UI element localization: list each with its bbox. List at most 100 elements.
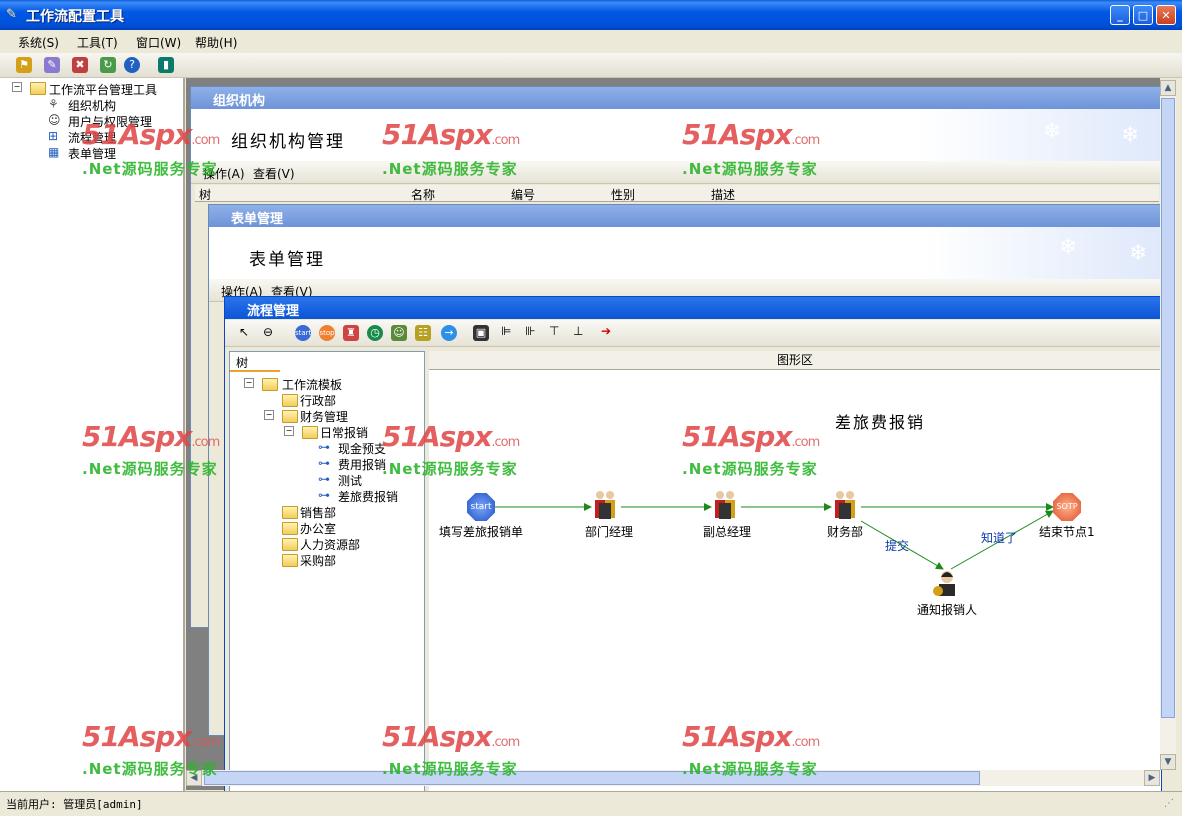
status-current-user: 当前用户: 管理员[admin] [6, 798, 143, 811]
tree-item-flow[interactable]: 流程管理 [68, 129, 116, 146]
org-view-menu[interactable]: 查看(V) [253, 165, 295, 182]
template-icon: ⊶ [318, 488, 330, 502]
edit-tool-icon[interactable]: ✎ [44, 57, 60, 73]
exit-flow-icon[interactable]: ➔ [601, 324, 611, 338]
close-button[interactable]: ✕ [1156, 5, 1176, 25]
arrow-tool-icon[interactable]: → [441, 325, 457, 341]
org-toolbar: 操作(A) 查看(V) [191, 161, 1161, 184]
tree-item-users[interactable]: 用户与权限管理 [68, 113, 152, 130]
menu-tools[interactable]: 工具(T) [77, 34, 118, 51]
flow-window-titlebar: 流程管理 [225, 297, 1161, 319]
template-test[interactable]: 测试 [338, 472, 362, 489]
template-icon: ⊶ [318, 456, 330, 470]
template-cash-advance[interactable]: 现金预支 [338, 440, 386, 457]
maximize-button[interactable]: □ [1133, 5, 1153, 25]
org-tab-tree[interactable]: 树 [199, 186, 211, 203]
dept-office[interactable]: 办公室 [300, 520, 336, 537]
dept-finance[interactable]: 财务管理 [300, 408, 348, 425]
scroll-right-button[interactable]: ▶ [1144, 770, 1160, 786]
sub-daily-expense[interactable]: 日常报销 [320, 424, 368, 441]
node-label-vice-gm: 副总经理 [703, 525, 752, 539]
scroll-left-button[interactable]: ◀ [186, 770, 202, 786]
org-icon: ⚘ [48, 97, 59, 111]
notify-tool-icon[interactable]: ☺ [391, 325, 407, 341]
col-name[interactable]: 名称 [411, 186, 435, 203]
dept-sales[interactable]: 销售部 [300, 504, 336, 521]
start-node-icon[interactable]: start [467, 493, 495, 521]
tree-expander[interactable]: − [244, 378, 254, 388]
folder-icon [282, 506, 298, 519]
refresh-icon[interactable]: ↻ [100, 57, 116, 73]
org-grid-header: 树 名称 编号 性别 描述 [195, 185, 1159, 202]
user-tool-icon[interactable]: ✖ [72, 57, 88, 73]
edge-label-submit: 提交 [885, 539, 910, 553]
align-right-icon[interactable]: ⊪ [525, 324, 535, 338]
snowflake-icon: ❄ [1043, 119, 1062, 144]
minimize-button[interactable]: _ [1110, 5, 1130, 25]
template-travel[interactable]: 差旅费报销 [338, 488, 398, 505]
align-bottom-icon[interactable]: ⊥ [573, 324, 583, 338]
template-expense[interactable]: 费用报销 [338, 456, 386, 473]
folder-icon [262, 378, 278, 391]
tree-expander[interactable]: − [12, 82, 22, 92]
node-label-finance: 财务部 [827, 525, 864, 539]
col-code[interactable]: 编号 [511, 186, 535, 203]
form-banner: 表单管理 ❄ ❄ [209, 227, 1161, 279]
menu-help[interactable]: 帮助(H) [195, 34, 237, 51]
edge-label-acknowledged: 知道了 [981, 531, 1018, 545]
graph-area[interactable]: 图形区 差旅费报销 start 填写差旅报销单 部门经理 副总经理 财务部 SO… [429, 351, 1161, 791]
node-label-notify: 通知报销人 [917, 603, 978, 617]
save-icon[interactable]: ▣ [473, 325, 489, 341]
dept-hr[interactable]: 人力资源部 [300, 536, 360, 553]
align-top-icon[interactable]: ⊤ [549, 324, 559, 338]
hscroll-thumb[interactable] [204, 771, 980, 785]
horizontal-scrollbar[interactable]: ◀ ▶ [186, 770, 1160, 786]
node-label-end: 结束节点1 [1039, 525, 1095, 539]
resize-grip-icon[interactable]: ⋰ [1164, 798, 1174, 809]
scroll-thumb[interactable] [1161, 98, 1175, 718]
scroll-down-button[interactable]: ▼ [1160, 754, 1176, 770]
flow-tree-root[interactable]: 工作流模板 [282, 376, 342, 393]
stop-node-tool-icon[interactable]: stop [319, 325, 335, 341]
node-label-dept-manager: 部门经理 [585, 525, 634, 539]
role-group-icon[interactable] [711, 489, 739, 521]
snowflake-icon: ❄ [1129, 241, 1148, 266]
tree-expander[interactable]: − [264, 410, 274, 420]
pointer-tool-icon[interactable]: ↖ [239, 325, 249, 339]
form-banner-title: 表单管理 [249, 250, 325, 270]
folder-icon [282, 394, 298, 407]
org-window-titlebar: 组织机构 [191, 87, 1161, 109]
menu-system[interactable]: 系统(S) [18, 34, 59, 51]
folder-icon [282, 538, 298, 551]
help-icon[interactable]: ? [124, 57, 140, 73]
start-node-tool-icon[interactable]: start [295, 325, 311, 341]
timer-tool-icon[interactable]: ◷ [367, 325, 383, 341]
tree-item-org[interactable]: 组织机构 [68, 97, 116, 114]
user-icon: ☺ [48, 113, 61, 127]
org-tool-icon[interactable]: ⚑ [16, 57, 32, 73]
align-left-icon[interactable]: ⊫ [501, 324, 511, 338]
role-group-icon[interactable] [831, 489, 859, 521]
flow-tab-tree[interactable]: 树 [230, 352, 280, 372]
role-node-tool-icon[interactable]: ♜ [343, 325, 359, 341]
tree-expander[interactable]: − [284, 426, 294, 436]
org-banner-title: 组织机构管理 [231, 132, 345, 152]
snowflake-icon: ❄ [1059, 235, 1078, 260]
exit-icon[interactable]: ▮ [158, 57, 174, 73]
dept-admin[interactable]: 行政部 [300, 392, 336, 409]
group-tool-icon[interactable]: ☷ [415, 325, 431, 341]
lock-tool-icon[interactable]: ⊖ [263, 325, 273, 339]
notify-person-icon[interactable] [931, 569, 959, 601]
tree-item-form[interactable]: 表单管理 [68, 145, 116, 162]
role-group-icon[interactable] [591, 489, 619, 521]
col-desc[interactable]: 描述 [711, 186, 735, 203]
scroll-up-button[interactable]: ▲ [1160, 80, 1176, 96]
tree-root[interactable]: 工作流平台管理工具 [49, 81, 157, 98]
dept-purchase[interactable]: 采购部 [300, 552, 336, 569]
org-operate-menu[interactable]: 操作(A) [203, 165, 245, 182]
col-gender[interactable]: 性别 [611, 186, 635, 203]
main-toolbar: ⚑ ✎ ✖ ↻ ? ▮ [0, 53, 1182, 78]
menu-bar: 系统(S) 工具(T) 窗口(W) 帮助(H) [0, 30, 1182, 52]
vertical-scrollbar[interactable]: ▲ ▼ [1160, 80, 1176, 770]
menu-window[interactable]: 窗口(W) [136, 34, 181, 51]
